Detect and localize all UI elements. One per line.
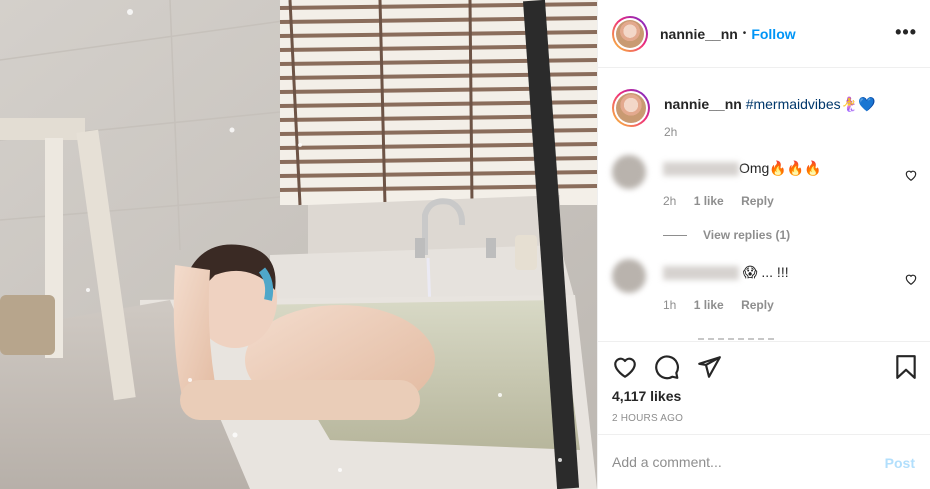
save-bookmark-icon[interactable] (893, 354, 919, 380)
comment-time[interactable]: 1h (663, 298, 676, 312)
blurred-avatar[interactable] (612, 259, 646, 293)
comment-heart-icon[interactable] (904, 272, 918, 286)
share-plane-icon[interactable] (696, 354, 722, 380)
post-button[interactable]: Post (885, 455, 915, 471)
view-replies-button[interactable]: View replies (1) (663, 228, 790, 242)
add-comment-input[interactable] (612, 451, 862, 473)
comment-text: 😱 ... !!! (742, 264, 789, 280)
separator-dot: • (742, 28, 747, 39)
clipped-reply-text (698, 338, 778, 340)
likes-count[interactable]: 4,117 likes (612, 388, 681, 404)
more-options-icon[interactable]: ••• (895, 22, 917, 43)
header-username[interactable]: nannie__nn (660, 26, 738, 42)
comment-item: Omg🔥🔥🔥 2h 1 like Reply View replies (1) (612, 155, 922, 255)
add-comment-bar: Post (598, 434, 930, 489)
caption-avatar-image (616, 93, 646, 123)
comments-list[interactable]: nannie__nn #mermaidvibes🧜‍♀️💙 2h Omg🔥🔥🔥 … (598, 69, 930, 341)
blurred-username (663, 266, 739, 281)
caption-time[interactable]: 2h (664, 125, 876, 139)
comment-heart-icon[interactable] (904, 168, 918, 182)
blurred-username (663, 162, 739, 177)
caption-emoji: 🧜‍♀️💙 (840, 96, 876, 112)
bathtub-photo (0, 0, 597, 489)
comment-likes[interactable]: 1 like (694, 298, 724, 312)
caption: nannie__nn #mermaidvibes🧜‍♀️💙 2h (612, 89, 876, 139)
caption-username[interactable]: nannie__nn (664, 96, 742, 112)
comment-time[interactable]: 2h (663, 194, 676, 208)
reply-button[interactable]: Reply (741, 298, 774, 312)
follow-button[interactable]: Follow (751, 26, 795, 42)
view-replies-line (663, 234, 687, 236)
like-heart-icon[interactable] (612, 354, 638, 380)
avatar-image (616, 19, 644, 48)
comment-likes[interactable]: 1 like (694, 194, 724, 208)
reply-button[interactable]: Reply (741, 194, 774, 208)
caption-hashtag[interactable]: #mermaidvibes (746, 96, 841, 112)
post-actions: 4,117 likes 2 HOURS AGO (598, 341, 930, 434)
comment-text: Omg🔥🔥🔥 (739, 160, 822, 176)
post-header: nannie__nn • Follow ••• (598, 0, 930, 68)
comment-item: 😱 ... !!! 1h 1 like Reply (612, 259, 922, 329)
avatar[interactable] (612, 15, 648, 52)
comment-bubble-icon[interactable] (654, 354, 680, 380)
view-replies-label: View replies (1) (703, 228, 791, 242)
post-photo (0, 0, 597, 489)
blurred-avatar[interactable] (612, 155, 646, 189)
post-timestamp[interactable]: 2 HOURS AGO (612, 413, 683, 424)
caption-avatar[interactable] (612, 89, 650, 127)
post-side-panel: nannie__nn • Follow ••• nannie__nn #merm… (597, 0, 930, 489)
